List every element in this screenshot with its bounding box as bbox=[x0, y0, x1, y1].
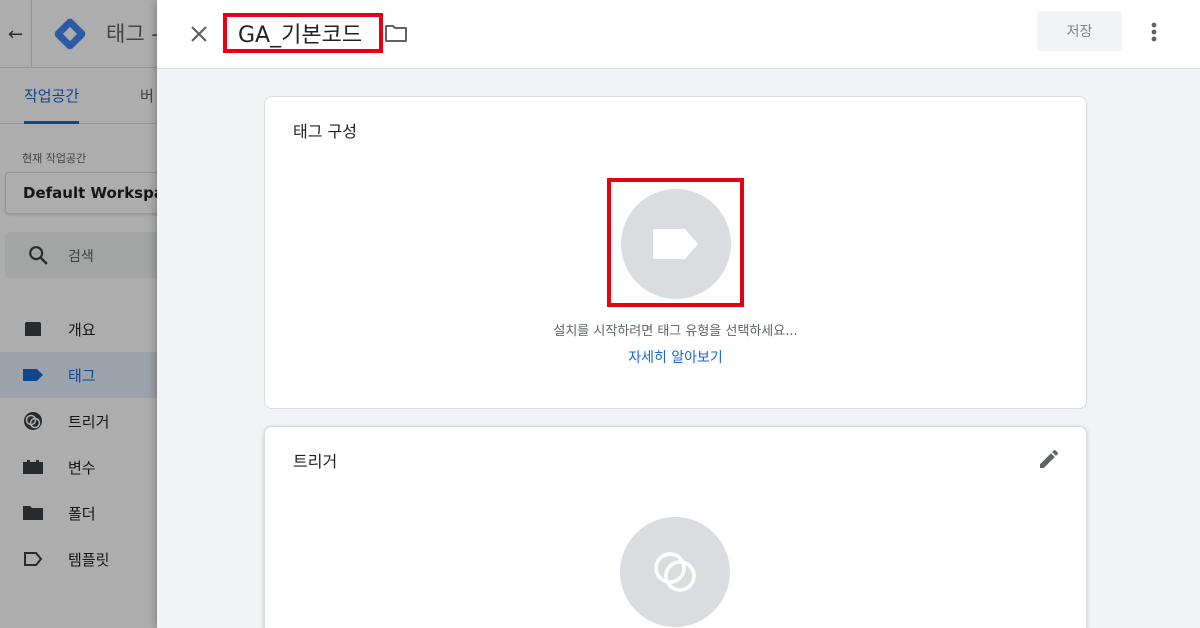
close-icon[interactable] bbox=[185, 20, 213, 48]
tag-type-highlight bbox=[607, 178, 744, 307]
choose-tag-type-button[interactable] bbox=[621, 189, 731, 299]
tag-editor-sheet: GA_기본코드 저장 태그 구성 설치를 시작하려면 태그 유형을 선택하세요.… bbox=[157, 0, 1200, 628]
tag-name-text: GA_기본코드 bbox=[238, 23, 363, 48]
save-button[interactable]: 저장 bbox=[1037, 11, 1122, 51]
edit-pencil-icon[interactable] bbox=[1037, 447, 1061, 471]
folder-icon[interactable] bbox=[383, 20, 409, 46]
tag-type-hint: 설치를 시작하려면 태그 유형을 선택하세요... bbox=[553, 324, 798, 339]
tag-icon bbox=[653, 229, 698, 259]
sheet-header: GA_기본코드 저장 bbox=[157, 0, 1200, 69]
triggering-title: 트리거 bbox=[293, 452, 338, 471]
triggering-card[interactable]: 트리거 bbox=[264, 426, 1087, 628]
learn-more-link[interactable]: 자세히 알아보기 bbox=[265, 347, 1086, 367]
more-vert-icon[interactable] bbox=[1141, 18, 1167, 46]
tag-configuration-card[interactable]: 태그 구성 설치를 시작하려면 태그 유형을 선택하세요... 자세히 알아보기 bbox=[264, 96, 1087, 409]
trigger-icon bbox=[654, 552, 696, 592]
choose-trigger-button[interactable] bbox=[620, 517, 730, 627]
tag-name-field[interactable]: GA_기본코드 bbox=[223, 13, 383, 53]
tag-configuration-title: 태그 구성 bbox=[293, 122, 357, 141]
